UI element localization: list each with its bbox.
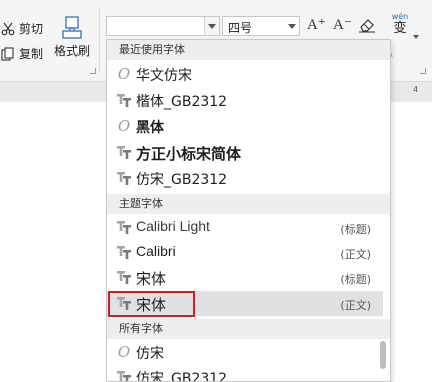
truetype-icon <box>117 92 131 108</box>
truetype-icon <box>117 269 131 285</box>
format-painter-label: 格式刷 <box>53 44 90 58</box>
truetype-icon <box>117 144 131 160</box>
pinyin-sub-glyph: 变 <box>393 21 407 36</box>
font-item-kaiti-gb2312[interactable]: 楷体_GB2312 <box>107 88 383 113</box>
copy-label: 复制 <box>19 47 44 61</box>
font-size-dropdown-arrow[interactable] <box>285 17 299 35</box>
pinyin-glyph: wén <box>391 12 409 21</box>
section-header-recent: 最近使用字体 <box>107 40 390 60</box>
font-item-tag: (正文) <box>340 299 371 312</box>
font-item-fangzheng-xiaobiaosong[interactable]: 方正小标宋简体 <box>107 140 383 165</box>
font-item-huawen-fangsong[interactable]: O 华文仿宋 <box>107 62 383 87</box>
clipboard-launcher[interactable] <box>90 68 96 74</box>
opentype-icon: O <box>117 64 131 83</box>
font-item-heiti[interactable]: O 黑体 <box>107 114 383 139</box>
clear-format-icon[interactable] <box>358 17 376 37</box>
font-item-label: Calibri Light <box>136 218 210 234</box>
copy-icon <box>0 46 16 62</box>
font-item-label: Calibri <box>136 243 176 259</box>
font-item-label: 华文仿宋 <box>136 68 192 84</box>
font-item-tag: (标题) <box>340 273 371 286</box>
font-item-tag: (正文) <box>340 248 371 261</box>
font-name-combobox[interactable] <box>106 16 220 36</box>
font-item-calibri-light[interactable]: Calibri Light (标题) <box>107 215 383 240</box>
format-painter-icon <box>50 16 94 42</box>
format-painter-button[interactable]: 格式刷 <box>50 16 94 59</box>
section-header-theme: 主题字体 <box>107 194 390 214</box>
opentype-icon: O <box>117 116 131 135</box>
scissors-icon <box>0 21 16 37</box>
font-item-label: 仿宋_GB2312 <box>136 172 228 188</box>
cut-button[interactable]: 剪切 <box>0 20 43 37</box>
truetype-icon <box>117 219 131 235</box>
ribbon-separator <box>99 8 100 72</box>
section-header-all: 所有字体 <box>107 319 390 339</box>
font-item-label: 仿宋 <box>136 346 164 362</box>
font-dropdown-list[interactable]: 最近使用字体 O 华文仿宋 楷体_GB2312 O 黑体 方正小标宋简体 仿宋_… <box>106 39 391 382</box>
truetype-icon <box>117 244 131 260</box>
truetype-icon <box>117 170 131 186</box>
font-item-label: 宋体 <box>136 270 167 288</box>
font-item-fangsong-gb2312[interactable]: 仿宋_GB2312 <box>107 166 383 191</box>
font-item-calibri[interactable]: Calibri (正文) <box>107 240 383 265</box>
font-item-label: 仿宋_GB2312 <box>136 371 228 382</box>
font-item-label: 黑体 <box>136 120 164 136</box>
copy-button[interactable]: 复制 <box>0 45 43 62</box>
selection-highlight-box <box>108 291 195 317</box>
font-size-combobox[interactable]: 四号 <box>222 16 300 36</box>
font-item-songti-heading[interactable]: 宋体 (标题) <box>107 265 383 290</box>
opentype-icon: O <box>117 342 131 361</box>
font-size-value: 四号 <box>228 21 253 35</box>
font-item-label: 楷体_GB2312 <box>136 94 228 110</box>
font-name-dropdown-arrow[interactable] <box>204 17 219 35</box>
pinyin-dropdown-arrow[interactable] <box>413 24 419 43</box>
shrink-font-icon[interactable]: A⁻ <box>333 15 352 34</box>
font-group-launcher[interactable] <box>420 68 426 74</box>
cut-label: 剪切 <box>19 22 44 36</box>
font-item-fangsong-gb2312-all[interactable]: 仿宋_GB2312 <box>107 365 383 382</box>
pinyin-guide-icon[interactable]: wén 变 <box>388 12 412 36</box>
truetype-icon <box>117 369 131 381</box>
dropdown-scrollbar-thumb[interactable] <box>380 341 386 369</box>
font-item-label: 方正小标宋简体 <box>136 145 242 163</box>
grow-font-icon[interactable]: A⁺ <box>307 15 326 34</box>
font-item-tag: (标题) <box>340 223 371 236</box>
font-item-fangsong[interactable]: O 仿宋 <box>107 340 383 365</box>
ruler-number: 4 <box>413 85 419 94</box>
